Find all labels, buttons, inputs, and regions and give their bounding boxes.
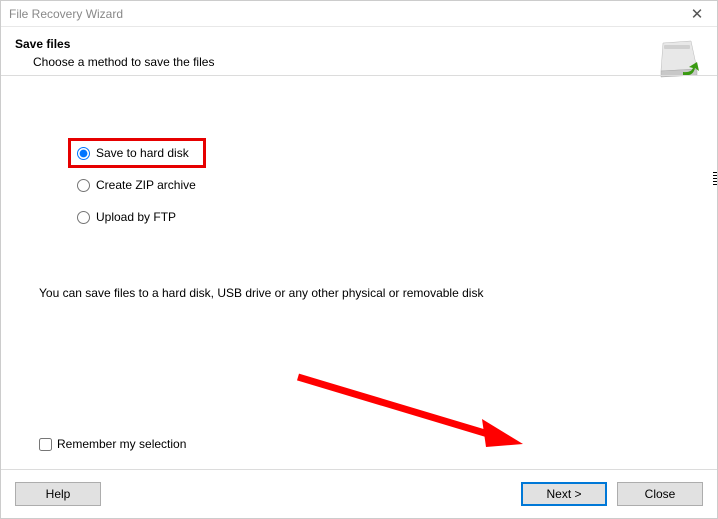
- window-title: File Recovery Wizard: [9, 7, 123, 21]
- page-subtitle: Choose a method to save the files: [15, 51, 703, 69]
- decorative-mark: [713, 171, 717, 185]
- radio-zip[interactable]: [77, 179, 90, 192]
- method-description: You can save files to a hard disk, USB d…: [15, 242, 703, 300]
- wizard-footer: Help Next > Close: [1, 469, 717, 518]
- remember-label[interactable]: Remember my selection: [57, 437, 186, 451]
- close-button[interactable]: Close: [617, 482, 703, 506]
- highlight-box: Save to hard disk: [68, 138, 206, 168]
- remember-checkbox[interactable]: [39, 438, 52, 451]
- label-hard-disk[interactable]: Save to hard disk: [96, 146, 189, 160]
- label-zip[interactable]: Create ZIP archive: [96, 178, 196, 192]
- page-title: Save files: [15, 37, 703, 51]
- radio-ftp[interactable]: [77, 211, 90, 224]
- radio-hard-disk[interactable]: [77, 147, 90, 160]
- titlebar: File Recovery Wizard ✕: [1, 1, 717, 27]
- next-button[interactable]: Next >: [521, 482, 607, 506]
- annotation-arrow-icon: [293, 372, 523, 452]
- wizard-body: Save to hard disk Create ZIP archive Upl…: [1, 75, 717, 469]
- save-method-options: Save to hard disk Create ZIP archive Upl…: [15, 76, 703, 224]
- label-ftp[interactable]: Upload by FTP: [96, 210, 176, 224]
- close-icon[interactable]: ✕: [677, 1, 717, 27]
- wizard-header: Save files Choose a method to save the f…: [1, 27, 717, 75]
- help-button[interactable]: Help: [15, 482, 101, 506]
